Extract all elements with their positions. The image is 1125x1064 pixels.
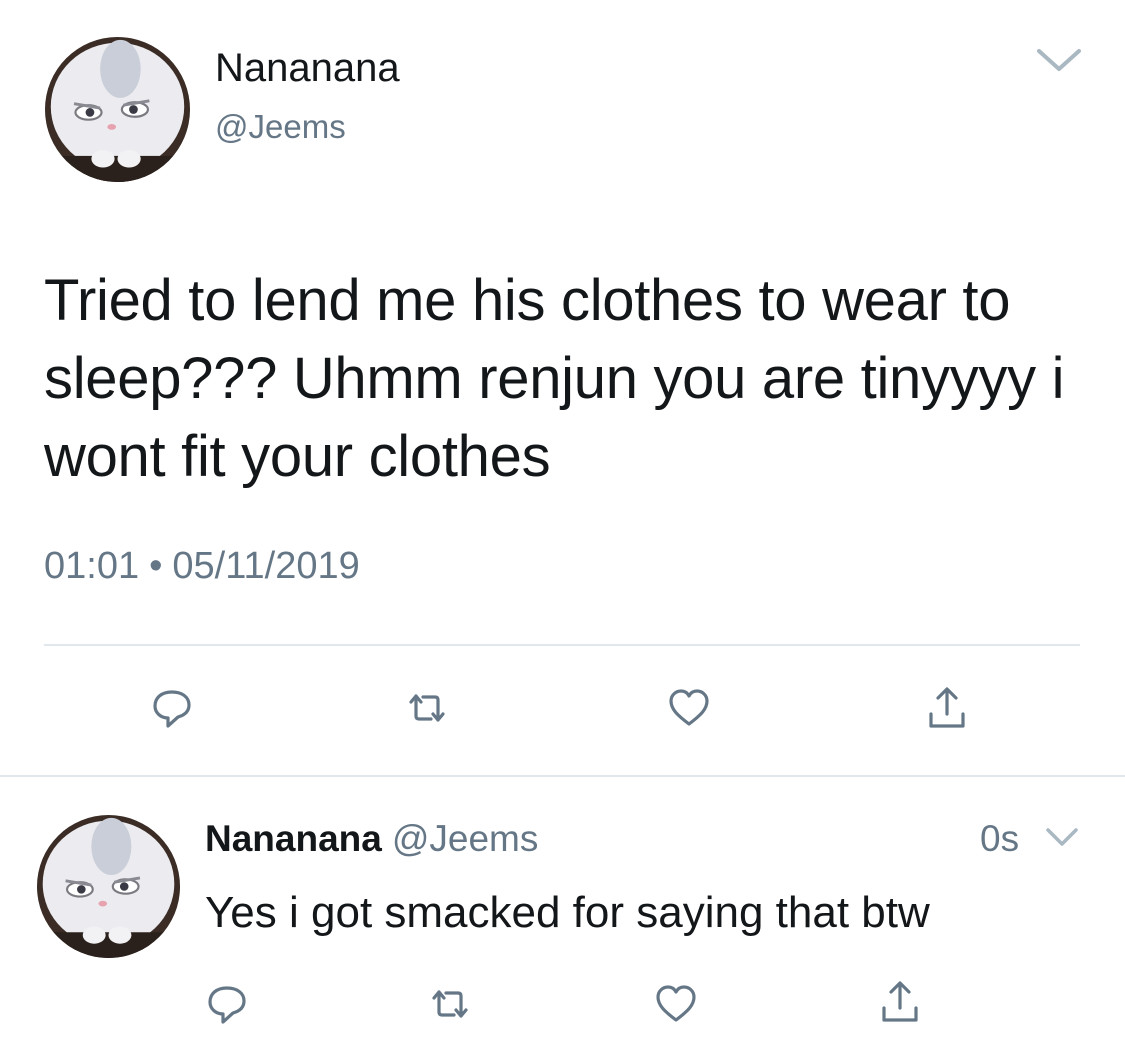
chevron-down-icon[interactable] xyxy=(1045,825,1079,849)
chevron-down-icon[interactable] xyxy=(1035,45,1083,75)
tweet-text: Tried to lend me his clothes to wear to … xyxy=(44,268,1065,489)
white-rabbit-avatar-icon xyxy=(45,37,190,182)
avatar-reply[interactable] xyxy=(37,815,180,958)
like-icon[interactable] xyxy=(654,982,698,1026)
like-icon[interactable] xyxy=(667,686,711,730)
user-handle[interactable]: @Jeems xyxy=(215,108,346,146)
display-name[interactable]: Nananana xyxy=(205,818,382,859)
separator-dot: • xyxy=(149,545,163,587)
tweet-time: 01:01 xyxy=(44,545,140,587)
reply-icon[interactable] xyxy=(150,686,194,730)
relative-time: 0s xyxy=(980,818,1020,859)
retweet-icon[interactable] xyxy=(428,982,472,1026)
divider xyxy=(44,644,1080,646)
tweet-text: Yes i got smacked for saying that btw xyxy=(205,888,930,937)
share-icon[interactable] xyxy=(925,686,969,730)
reply-header: Nananana @Jeems xyxy=(205,818,538,860)
share-icon[interactable] xyxy=(878,980,922,1024)
avatar-main[interactable] xyxy=(45,37,190,182)
tweet-timestamp: 01:01 • 05/11/2019 xyxy=(44,545,360,588)
user-handle[interactable]: @Jeems xyxy=(392,818,539,859)
tweet-date: 05/11/2019 xyxy=(172,545,360,587)
white-rabbit-avatar-icon xyxy=(37,815,180,958)
divider xyxy=(0,775,1125,777)
retweet-icon[interactable] xyxy=(405,686,449,730)
reply-icon[interactable] xyxy=(205,982,249,1026)
display-name[interactable]: Nananana xyxy=(215,46,400,91)
